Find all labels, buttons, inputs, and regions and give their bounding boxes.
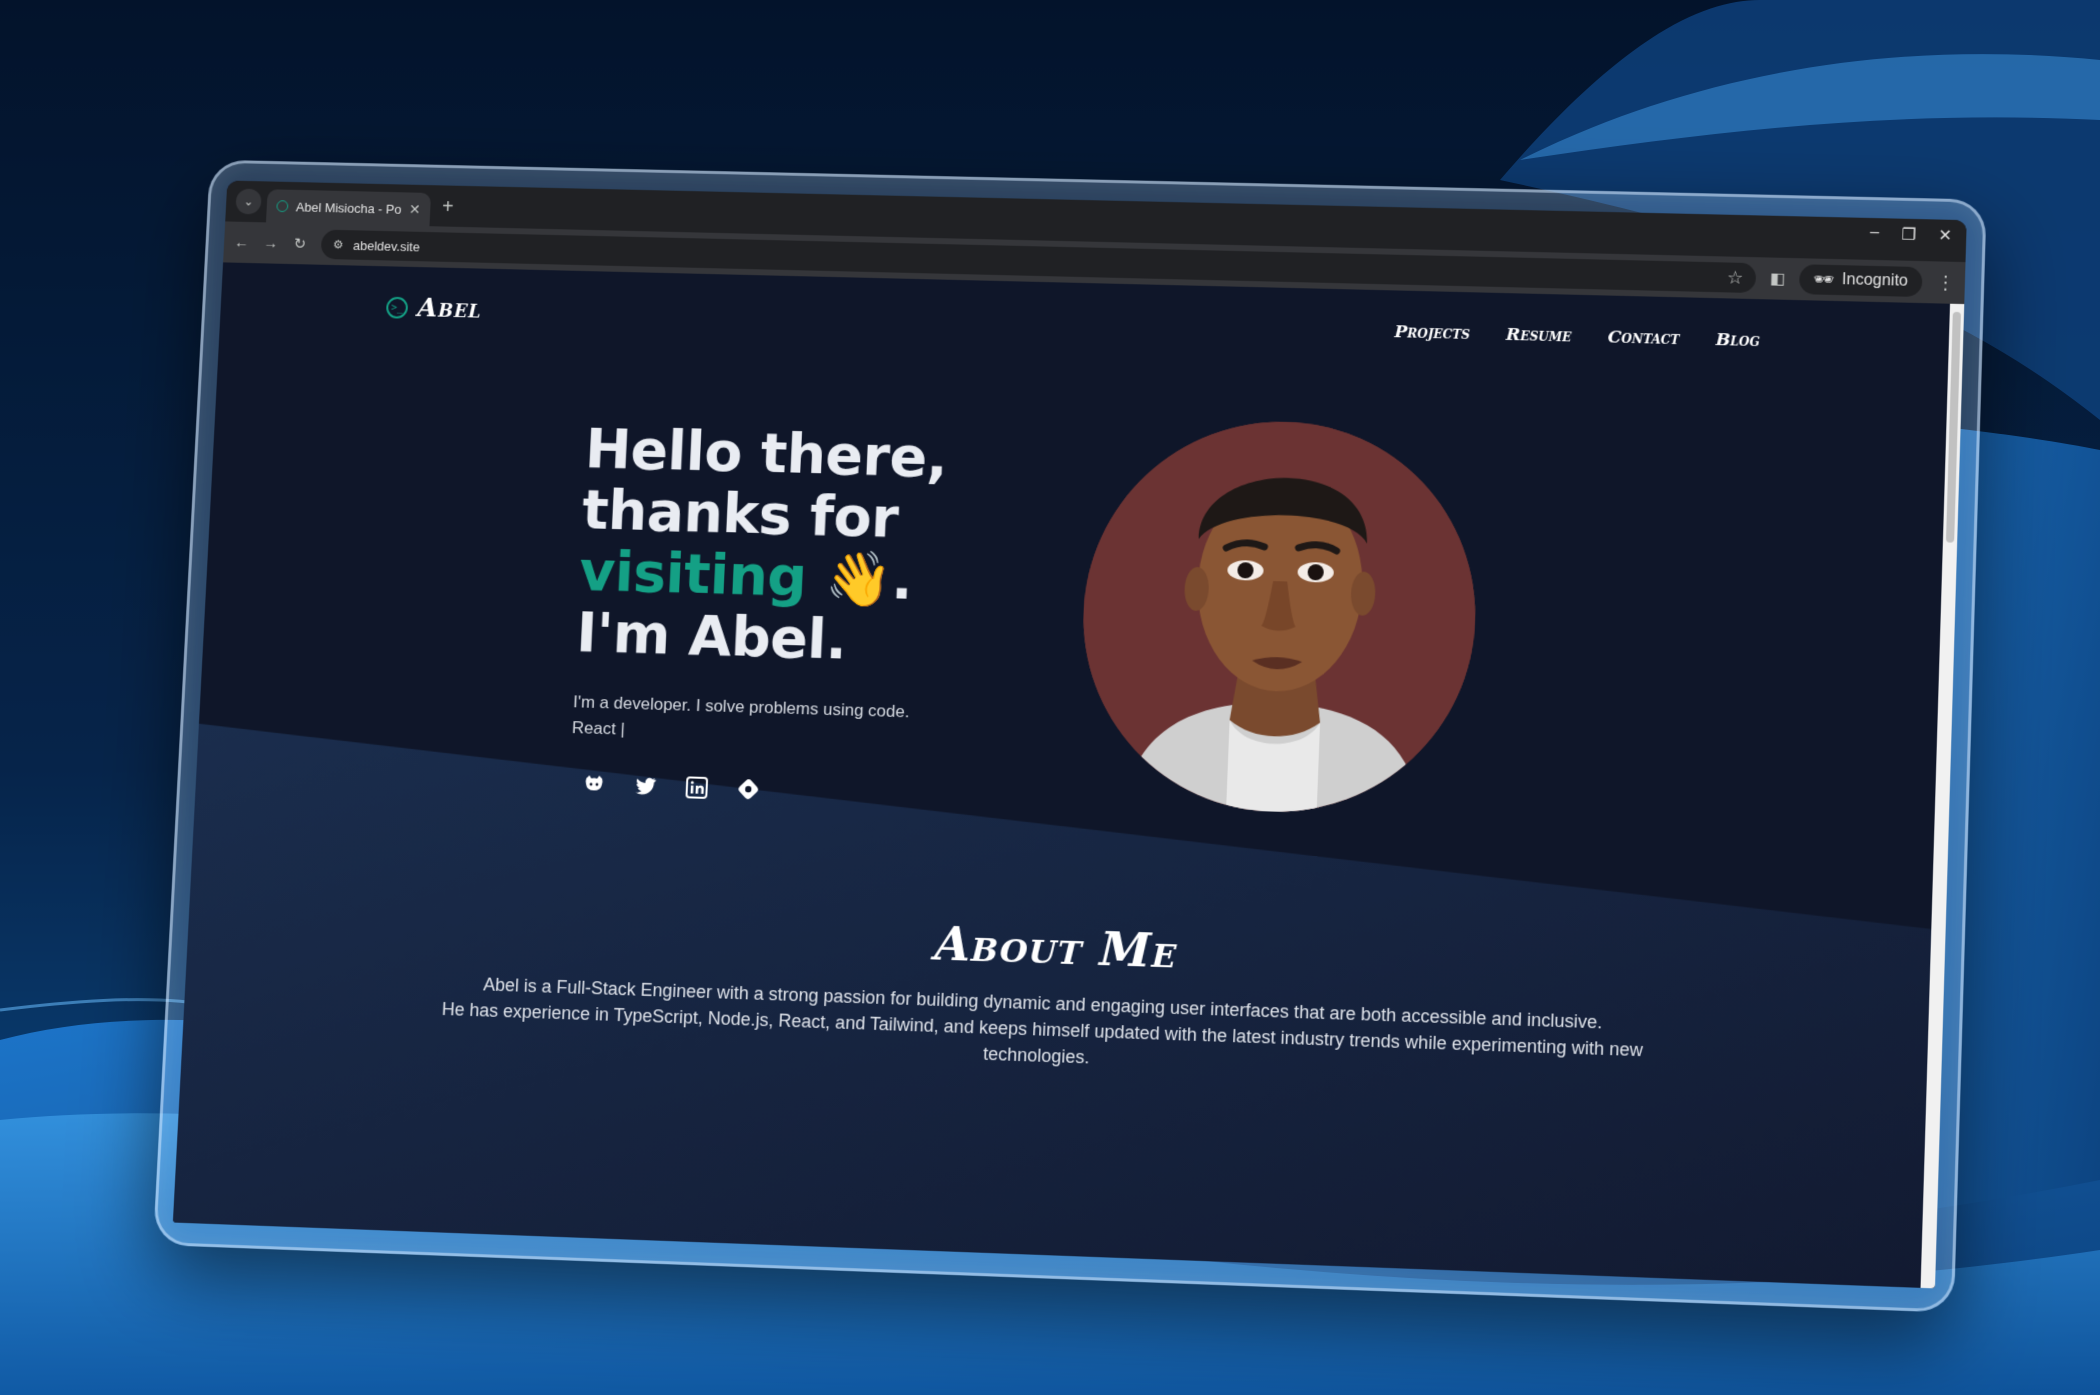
hero-period: . xyxy=(890,547,914,613)
scrollbar-thumb[interactable] xyxy=(1945,311,1961,543)
hashnode-icon[interactable] xyxy=(735,776,762,803)
typing-text: React | xyxy=(571,718,626,739)
forward-icon[interactable]: → xyxy=(263,235,279,252)
new-tab-button[interactable]: + xyxy=(442,196,454,219)
site-header: >_ Abel Projects Resume Contact Blog xyxy=(385,288,1760,361)
back-icon[interactable]: ← xyxy=(233,234,249,251)
nav-link-resume[interactable]: Resume xyxy=(1506,325,1572,347)
side-panel-icon[interactable]: ◧ xyxy=(1769,268,1785,288)
site-favicon-icon xyxy=(276,200,289,213)
twitter-icon[interactable] xyxy=(632,773,659,800)
close-tab-icon[interactable]: ✕ xyxy=(409,201,421,218)
hero-subtitle-text: I'm a developer. I solve problems using … xyxy=(572,692,910,722)
browser-glass-frame: ⌄ Abel Misiocha - Portfolio ✕ + – ❐ ✕ ← … xyxy=(152,159,1987,1313)
browser-menu-icon[interactable]: ⋮ xyxy=(1936,272,1955,293)
tab-title: Abel Misiocha - Portfolio xyxy=(295,199,402,217)
waving-hand-icon: 👋 xyxy=(824,546,893,612)
window-controls: – ❐ ✕ xyxy=(1870,224,1953,246)
tab-search-button[interactable]: ⌄ xyxy=(235,188,262,215)
close-window-icon[interactable]: ✕ xyxy=(1938,226,1952,246)
incognito-badge[interactable]: 🕶 Incognito xyxy=(1798,264,1923,298)
bookmark-star-icon[interactable]: ☆ xyxy=(1727,267,1744,288)
incognito-label: Incognito xyxy=(1841,271,1909,290)
reload-icon[interactable]: ↻ xyxy=(292,235,308,253)
tab-active[interactable]: Abel Misiocha - Portfolio ✕ xyxy=(265,189,432,227)
site-nav: Projects Resume Contact Blog xyxy=(1394,322,1760,351)
browser-window: ⌄ Abel Misiocha - Portfolio ✕ + – ❐ ✕ ← … xyxy=(172,180,1967,1289)
minimize-icon[interactable]: – xyxy=(1870,224,1880,244)
hero-line-4: I'm Abel. xyxy=(574,600,848,673)
nav-link-projects[interactable]: Projects xyxy=(1394,322,1470,344)
hero-subtitle: I'm a developer. I solve problems using … xyxy=(571,689,990,753)
github-icon[interactable] xyxy=(581,771,608,798)
page-viewport: >_ Abel Projects Resume Contact Blog Hel… xyxy=(172,262,1965,1289)
hero-heading: Hello there, thanks for visiting 👋. I'm … xyxy=(574,417,1001,676)
site-info-icon[interactable]: ⚙ xyxy=(333,238,344,252)
restore-icon[interactable]: ❐ xyxy=(1901,225,1916,245)
logo-text: Abel xyxy=(416,293,483,325)
site-logo[interactable]: >_ Abel xyxy=(385,293,483,325)
terminal-icon: >_ xyxy=(385,296,409,319)
incognito-icon: 🕶 xyxy=(1813,271,1835,289)
linkedin-icon[interactable] xyxy=(683,774,710,801)
hero-accent-word: visiting xyxy=(577,538,809,610)
nav-link-contact[interactable]: Contact xyxy=(1607,327,1679,349)
nav-link-blog[interactable]: Blog xyxy=(1715,330,1760,351)
hero-intro: Hello there, thanks for visiting 👋. I'm … xyxy=(569,417,1002,810)
